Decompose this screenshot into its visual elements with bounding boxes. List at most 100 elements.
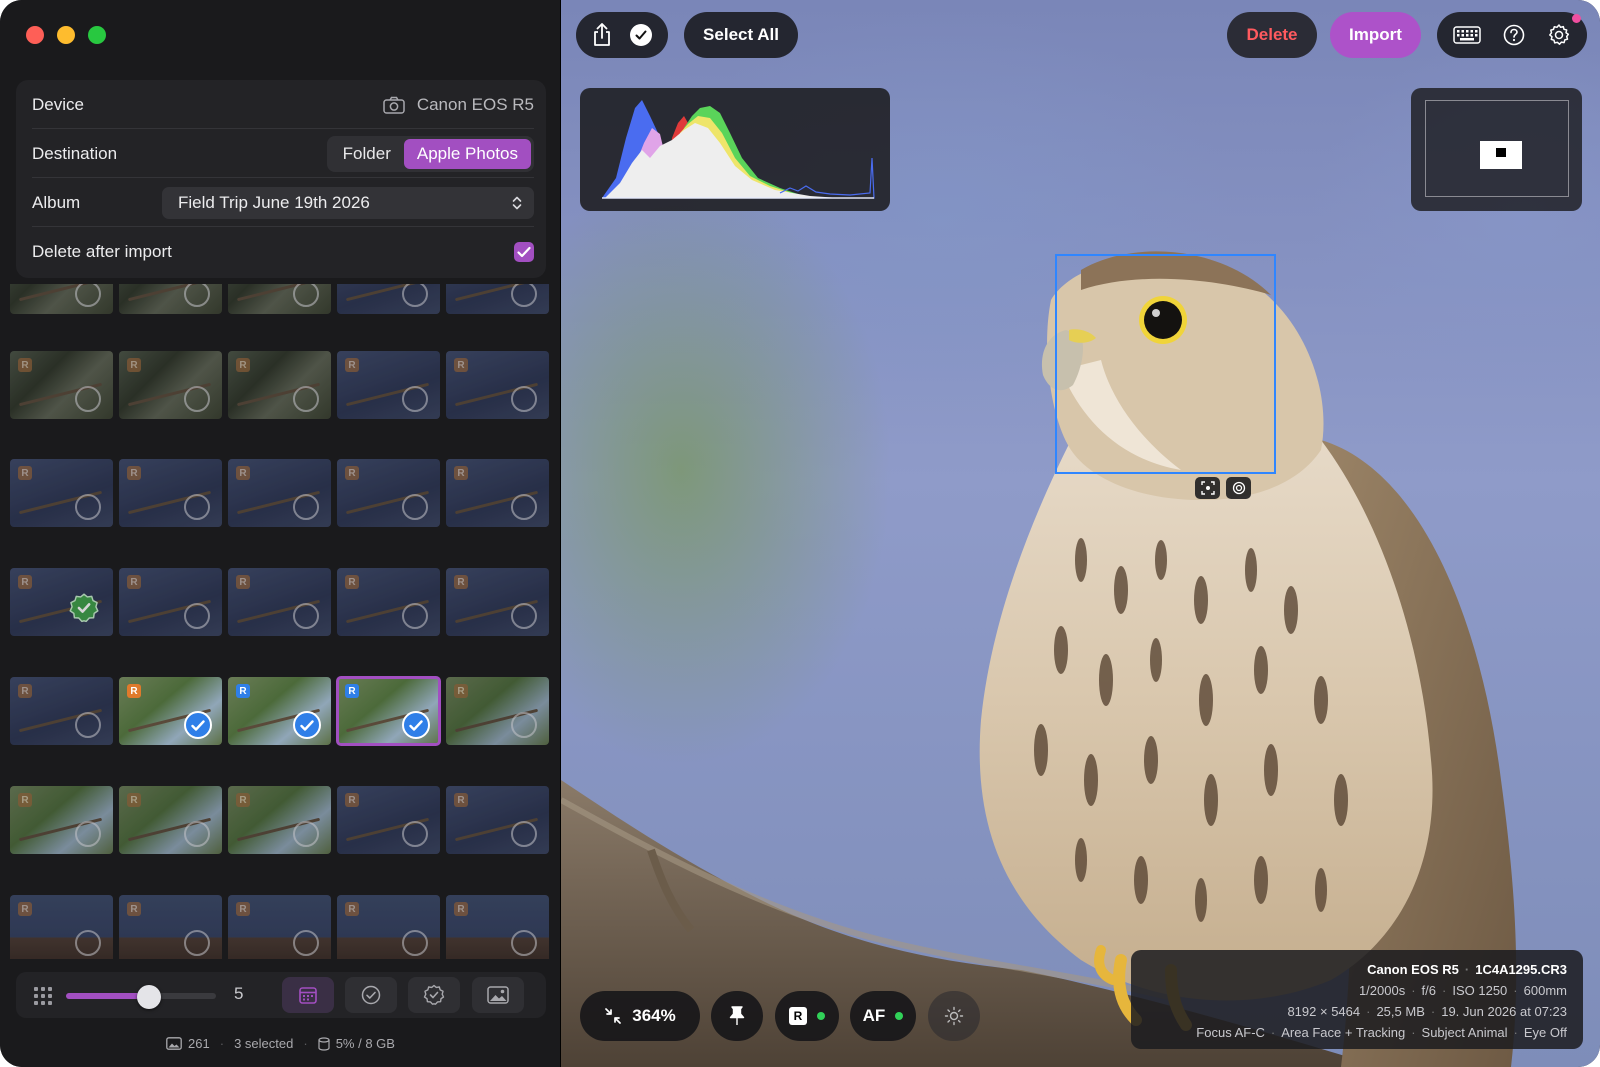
thumbnail-24[interactable]: R [336, 676, 441, 746]
close-window-button[interactable] [26, 26, 44, 44]
select-circle-icon[interactable] [511, 712, 537, 738]
select-circle-icon[interactable] [511, 386, 537, 412]
calendar-button[interactable] [282, 977, 334, 1013]
select-circle-icon[interactable] [293, 821, 319, 847]
thumbnail-30[interactable]: R [446, 786, 549, 854]
thumbnail-2[interactable] [119, 284, 222, 314]
help-icon[interactable] [1503, 24, 1525, 46]
photo-viewer[interactable]: Select All Delete Import 364% R AF Canon… [561, 0, 1600, 1067]
thumbnail-14[interactable]: R [337, 459, 440, 527]
selected-check-icon[interactable] [293, 711, 321, 739]
thumbnail-26[interactable]: R [10, 786, 113, 854]
thumbnail-10[interactable]: R [446, 351, 549, 419]
select-circle-icon[interactable] [402, 284, 428, 307]
thumbnail-28[interactable]: R [228, 786, 331, 854]
thumbnail-23[interactable]: R [228, 677, 331, 745]
select-circle-icon[interactable] [75, 386, 101, 412]
keyboard-icon[interactable] [1453, 26, 1481, 44]
select-circle-icon[interactable] [402, 930, 428, 956]
thumbnail-35[interactable]: R [446, 895, 549, 959]
navigator-panel[interactable] [1411, 88, 1582, 211]
pin-button[interactable] [711, 991, 763, 1041]
select-circle-icon[interactable] [511, 821, 537, 847]
selected-check-icon[interactable] [402, 711, 430, 739]
approve-button[interactable] [630, 24, 652, 46]
thumbnail-18[interactable]: R [228, 568, 331, 636]
thumbnail-6[interactable]: R [10, 351, 113, 419]
select-circle-icon[interactable] [75, 930, 101, 956]
eye-detection-button[interactable] [1226, 477, 1251, 499]
select-circle-icon[interactable] [511, 494, 537, 520]
navigator-viewport[interactable] [1480, 141, 1522, 169]
slider-knob[interactable] [136, 985, 161, 1009]
select-circle-icon[interactable] [75, 821, 101, 847]
share-icon[interactable] [592, 23, 612, 47]
thumbnail-27[interactable]: R [119, 786, 222, 854]
select-circle-icon[interactable] [184, 930, 210, 956]
select-circle-icon[interactable] [402, 386, 428, 412]
thumbnail-4[interactable] [337, 284, 440, 314]
album-select[interactable]: Field Trip June 19th 2026 [162, 186, 534, 219]
thumbnail-7[interactable]: R [119, 351, 222, 419]
zoom-window-button[interactable] [88, 26, 106, 44]
thumbnail-22[interactable]: R [119, 677, 222, 745]
select-circle-icon[interactable] [511, 930, 537, 956]
thumbnail-15[interactable]: R [446, 459, 549, 527]
select-circle-icon[interactable] [402, 603, 428, 629]
thumbnail-31[interactable]: R [10, 895, 113, 959]
photo-view-button[interactable] [472, 977, 524, 1013]
thumbnail-34[interactable]: R [337, 895, 440, 959]
filter-selected-button[interactable] [345, 977, 397, 1013]
filter-approved-button[interactable] [408, 977, 460, 1013]
import-button[interactable]: Import [1330, 12, 1421, 58]
thumbnail-29[interactable]: R [337, 786, 440, 854]
thumbnail-16[interactable]: R [10, 568, 113, 636]
destination-apple-photos-option[interactable]: Apple Photos [403, 138, 531, 169]
select-circle-icon[interactable] [511, 603, 537, 629]
thumbnail-21[interactable]: R [10, 677, 113, 745]
destination-folder-option[interactable]: Folder [330, 139, 404, 169]
af-toggle[interactable]: AF [850, 991, 916, 1041]
select-circle-icon[interactable] [293, 930, 319, 956]
thumbnail-32[interactable]: R [119, 895, 222, 959]
select-circle-icon[interactable] [511, 284, 537, 307]
thumbnail-5[interactable] [446, 284, 549, 314]
zoom-control[interactable]: 364% [580, 991, 700, 1041]
select-circle-icon[interactable] [293, 494, 319, 520]
select-all-button[interactable]: Select All [684, 12, 798, 58]
select-circle-icon[interactable] [402, 821, 428, 847]
delete-after-import-checkbox[interactable] [514, 241, 534, 262]
thumbnail-12[interactable]: R [119, 459, 222, 527]
thumbnail-size-slider[interactable] [66, 985, 216, 1009]
thumbnail-33[interactable]: R [228, 895, 331, 959]
select-circle-icon[interactable] [293, 386, 319, 412]
select-circle-icon[interactable] [293, 603, 319, 629]
thumbnail-17[interactable]: R [119, 568, 222, 636]
exposure-button[interactable] [928, 991, 980, 1041]
select-circle-icon[interactable] [184, 284, 210, 307]
thumbnail-3[interactable] [228, 284, 331, 314]
thumbnail-13[interactable]: R [228, 459, 331, 527]
select-circle-icon[interactable] [402, 494, 428, 520]
thumbnail-25[interactable]: R [446, 677, 549, 745]
thumbnail-8[interactable]: R [228, 351, 331, 419]
thumbnail-11[interactable]: R [10, 459, 113, 527]
approved-seal-icon[interactable] [68, 592, 100, 624]
select-circle-icon[interactable] [293, 284, 319, 307]
select-circle-icon[interactable] [75, 284, 101, 307]
minimize-window-button[interactable] [57, 26, 75, 44]
thumbnail-1[interactable] [10, 284, 113, 314]
select-circle-icon[interactable] [184, 386, 210, 412]
raw-toggle[interactable]: R [775, 991, 839, 1041]
focus-point-button[interactable] [1195, 477, 1220, 499]
selected-check-icon[interactable] [184, 711, 212, 739]
thumbnail-19[interactable]: R [337, 568, 440, 636]
select-circle-icon[interactable] [184, 494, 210, 520]
select-circle-icon[interactable] [184, 821, 210, 847]
thumbnail-20[interactable]: R [446, 568, 549, 636]
select-circle-icon[interactable] [75, 494, 101, 520]
delete-button[interactable]: Delete [1227, 12, 1317, 58]
select-circle-icon[interactable] [184, 603, 210, 629]
settings-gear-icon[interactable] [1547, 23, 1571, 47]
select-circle-icon[interactable] [75, 712, 101, 738]
